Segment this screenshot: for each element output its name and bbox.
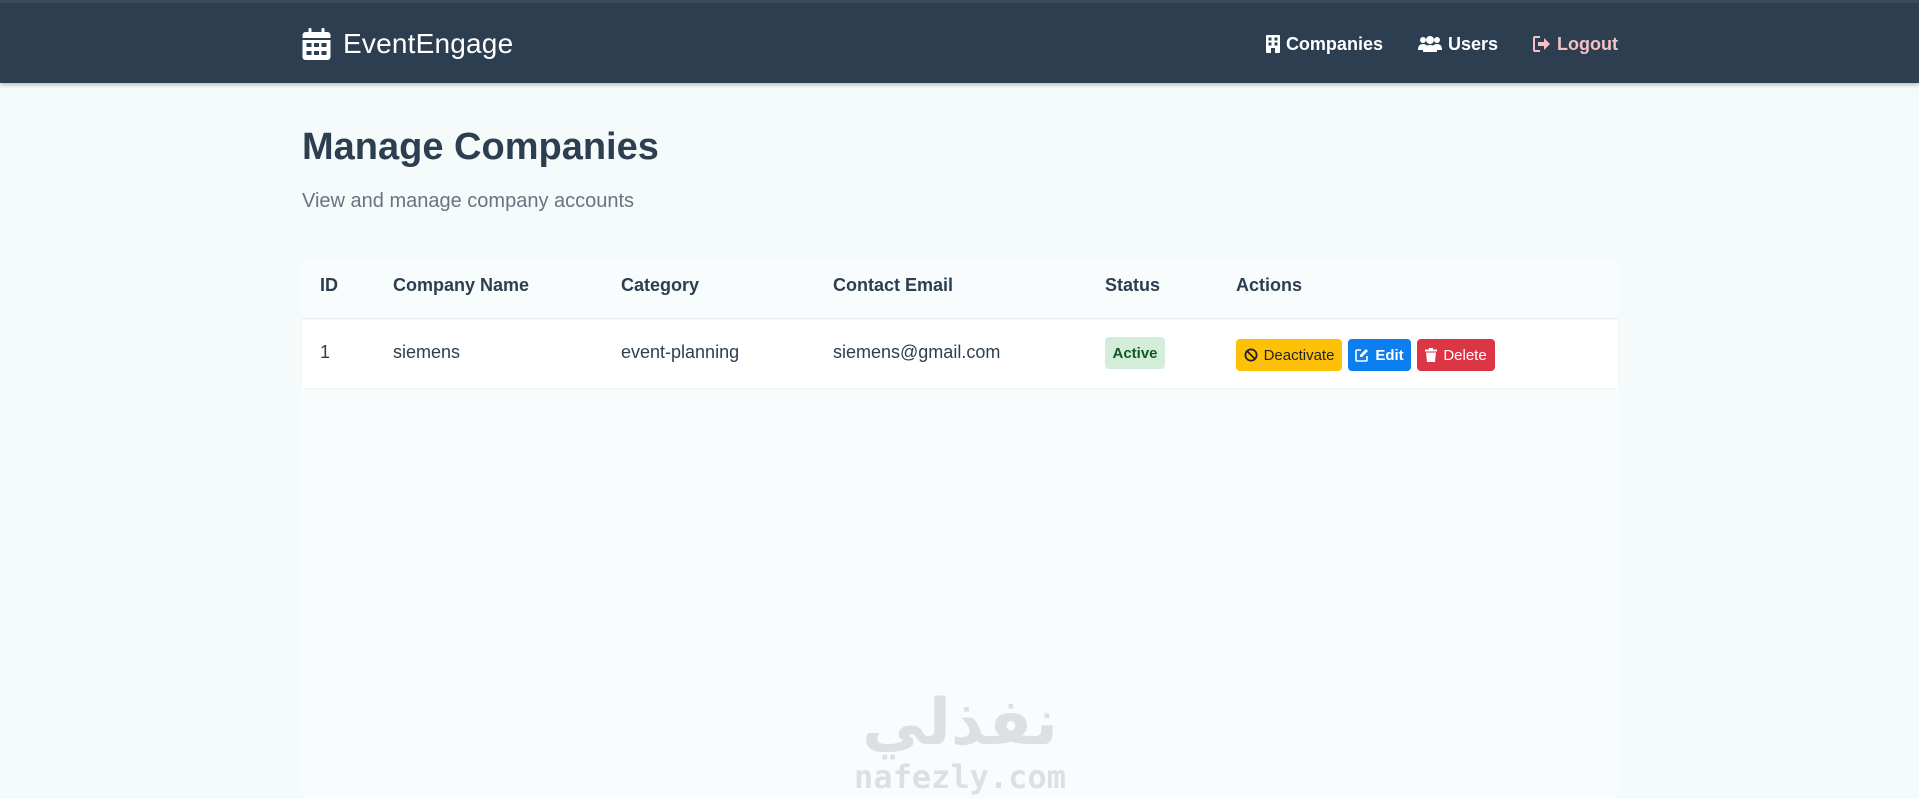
users-icon — [1417, 36, 1442, 52]
header-status: Status — [1105, 275, 1161, 295]
cell-company-name: siemens — [393, 342, 461, 362]
header-category: Category — [621, 275, 700, 295]
header-actions: Actions — [1236, 275, 1303, 295]
header-contact-email: Contact Email — [833, 275, 954, 295]
building-icon — [1265, 35, 1280, 53]
page-subtitle: View and manage company accounts — [302, 190, 635, 212]
edit-icon — [1355, 349, 1369, 362]
nav-companies-link[interactable]: Companies — [1265, 33, 1383, 55]
edit-label: Edit — [1375, 346, 1404, 364]
cell-id: 1 — [320, 342, 331, 362]
status-badge: Active — [1105, 337, 1165, 369]
edit-button[interactable]: Edit — [1348, 339, 1411, 371]
table-row: 1 siemens event-planning siemens@gmail.c… — [302, 320, 1618, 388]
nav-links: Companies Users Logout — [1265, 29, 1618, 59]
brand-name: EventEngage — [343, 28, 514, 59]
watermark-arabic-text: نفذلي — [862, 686, 1058, 760]
cell-contact-email: siemens@gmail.com — [833, 342, 1001, 362]
deactivate-label: Deactivate — [1263, 346, 1335, 364]
delete-button[interactable]: Delete — [1417, 339, 1495, 371]
nav-logout-label: Logout — [1557, 33, 1618, 54]
trash-icon — [1425, 348, 1438, 362]
ban-icon — [1244, 348, 1258, 362]
deactivate-button[interactable]: Deactivate — [1236, 339, 1342, 371]
calendar-icon — [302, 28, 331, 60]
watermark-latin-text: nafezly.com — [854, 758, 1066, 796]
watermark-logo: نفذلي nafezly.com — [852, 686, 1068, 796]
nav-companies-label: Companies — [1285, 33, 1383, 54]
table-header: ID Company Name Category Contact Email S… — [302, 260, 1618, 319]
top-navbar: EventEngage Companies Users Logout — [0, 0, 1919, 83]
header-company-name: Company Name — [393, 275, 530, 295]
nav-users-label: Users — [1447, 33, 1499, 54]
header-id: ID — [320, 275, 338, 295]
brand-link[interactable]: EventEngage — [302, 25, 513, 63]
page-title: Manage Companies — [302, 126, 659, 168]
nav-logout-link[interactable]: Logout — [1533, 34, 1618, 55]
cell-category: event-planning — [621, 342, 740, 362]
sign-out-icon — [1533, 36, 1551, 52]
delete-label: Delete — [1443, 346, 1487, 364]
nav-users-link[interactable]: Users — [1417, 33, 1499, 55]
